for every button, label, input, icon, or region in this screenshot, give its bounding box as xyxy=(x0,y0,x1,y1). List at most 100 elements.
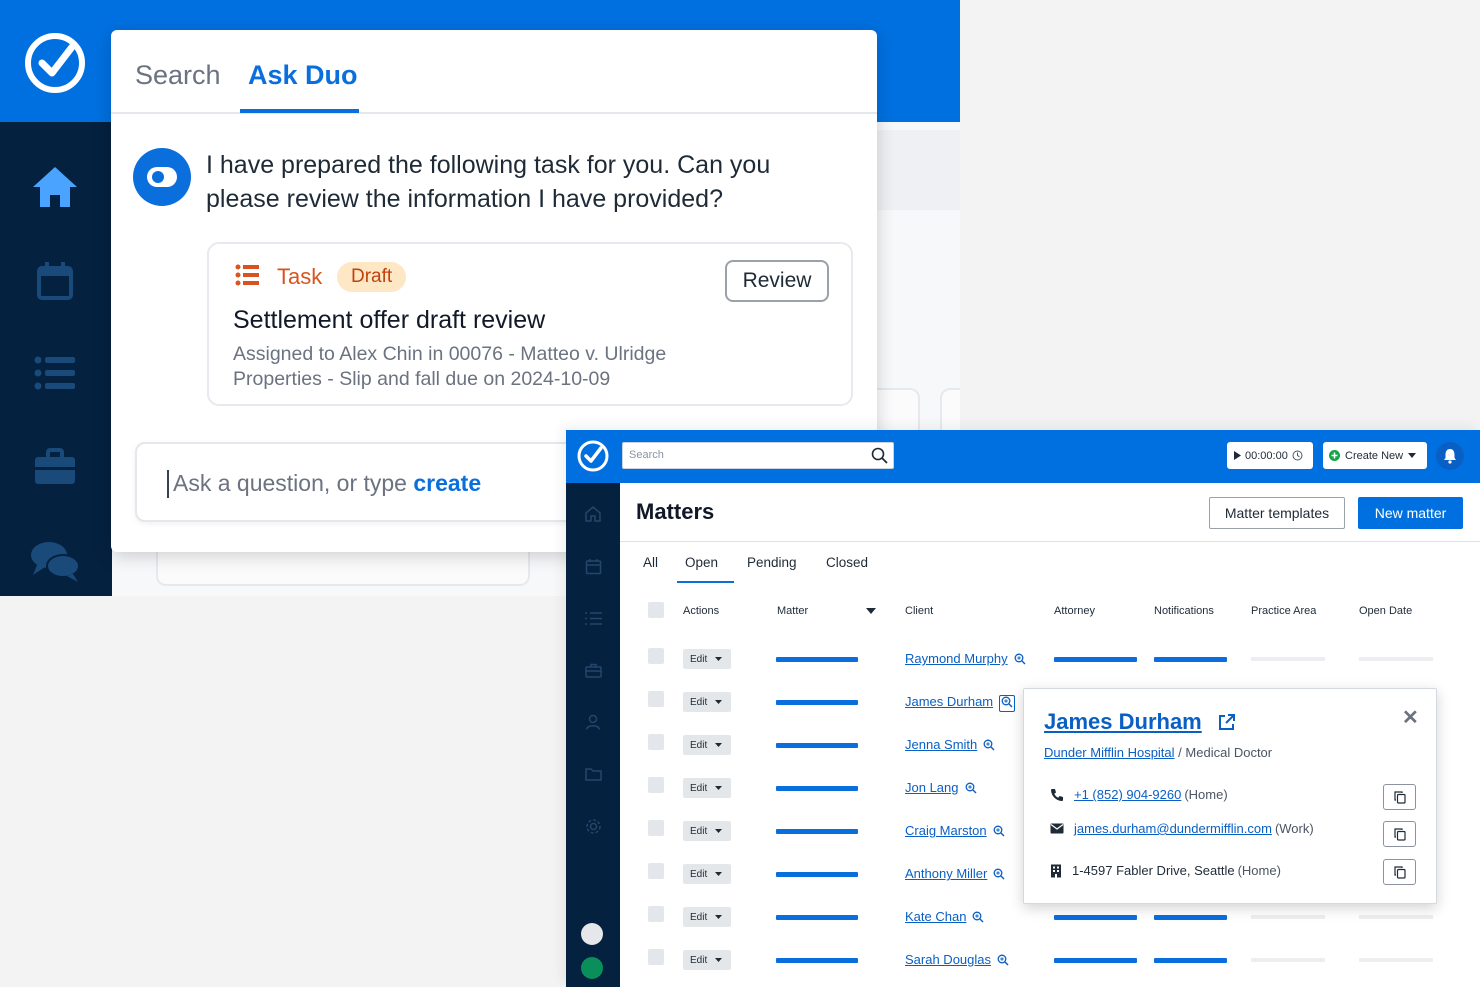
contacts-icon[interactable] xyxy=(582,711,604,733)
row-checkbox[interactable] xyxy=(648,949,664,965)
row-checkbox[interactable] xyxy=(648,691,664,707)
row-checkbox[interactable] xyxy=(648,820,664,836)
phone-link[interactable]: +1 (852) 904-9260 xyxy=(1074,787,1181,802)
timer-button[interactable]: 00:00:00 xyxy=(1227,442,1313,469)
edit-label: Edit xyxy=(690,911,708,923)
home-icon[interactable] xyxy=(28,160,82,214)
create-new-button[interactable]: Create New xyxy=(1323,442,1427,469)
client-link[interactable]: Sarah Douglas xyxy=(905,952,1009,969)
matter-templates-button[interactable]: Matter templates xyxy=(1209,497,1345,529)
chat-icon[interactable] xyxy=(28,534,82,588)
caret-down-icon xyxy=(715,657,723,661)
caret-down-icon xyxy=(715,786,723,790)
row-checkbox[interactable] xyxy=(648,777,664,793)
preview-zoom-icon[interactable] xyxy=(999,695,1016,712)
new-matter-button[interactable]: New matter xyxy=(1358,497,1463,529)
building-icon xyxy=(1051,864,1061,877)
edit-label: Edit xyxy=(690,653,708,665)
row-checkbox[interactable] xyxy=(648,734,664,750)
plus-circle-icon xyxy=(1329,450,1340,461)
row-checkbox[interactable] xyxy=(648,863,664,879)
edit-dropdown[interactable]: Edit xyxy=(683,692,731,712)
global-search-input[interactable]: Search xyxy=(622,442,894,469)
client-name: Jenna Smith xyxy=(905,737,978,752)
open-date-placeholder xyxy=(1359,657,1433,661)
text-caret xyxy=(167,470,169,498)
background-card xyxy=(870,130,960,210)
notifications-bell-icon[interactable] xyxy=(1436,442,1464,470)
preview-zoom-icon[interactable] xyxy=(972,911,984,926)
tab-search[interactable]: Search xyxy=(135,60,221,91)
sort-down-icon[interactable] xyxy=(866,608,876,614)
preview-zoom-icon[interactable] xyxy=(965,782,977,797)
column-header-matter[interactable]: Matter xyxy=(777,605,808,617)
duo-tab-bar: Search Ask Duo xyxy=(111,30,877,114)
edit-dropdown[interactable]: Edit xyxy=(683,950,731,970)
edit-dropdown[interactable]: Edit xyxy=(683,864,731,884)
email-icon xyxy=(1050,823,1064,834)
folder-icon[interactable] xyxy=(582,763,604,785)
edit-dropdown[interactable]: Edit xyxy=(683,821,731,841)
preview-zoom-icon[interactable] xyxy=(1014,653,1026,668)
preview-zoom-icon[interactable] xyxy=(997,954,1009,969)
edit-dropdown[interactable]: Edit xyxy=(683,649,731,669)
briefcase-icon[interactable] xyxy=(28,440,82,494)
row-checkbox[interactable] xyxy=(648,906,664,922)
email-link[interactable]: james.durham@dundermifflin.com xyxy=(1074,821,1272,836)
client-link[interactable]: Jenna Smith xyxy=(905,737,995,754)
tab-open[interactable]: Open xyxy=(685,555,718,570)
company-link[interactable]: Dunder Mifflin Hospital xyxy=(1044,745,1175,760)
affiliation-separator: / xyxy=(1178,745,1182,760)
settings-gear-icon[interactable] xyxy=(582,815,604,837)
preview-zoom-icon[interactable] xyxy=(993,868,1005,883)
active-tab-indicator xyxy=(240,109,359,113)
preview-zoom-icon[interactable] xyxy=(993,825,1005,840)
client-link[interactable]: Jon Lang xyxy=(905,780,977,797)
client-link[interactable]: Anthony Miller xyxy=(905,866,1005,883)
caret-down-icon xyxy=(715,700,723,704)
task-list-icon[interactable] xyxy=(582,607,604,629)
edit-label: Edit xyxy=(690,868,708,880)
matter-placeholder xyxy=(776,872,858,877)
tab-closed[interactable]: Closed xyxy=(826,555,868,570)
app-logo-icon[interactable] xyxy=(576,439,610,473)
review-button[interactable]: Review xyxy=(725,260,829,302)
copy-phone-button[interactable] xyxy=(1383,784,1416,810)
tab-all[interactable]: All xyxy=(643,555,658,570)
client-link[interactable]: Raymond Murphy xyxy=(905,651,1026,668)
briefcase-icon[interactable] xyxy=(582,659,604,681)
column-header-attorney: Attorney xyxy=(1054,605,1095,617)
home-icon[interactable] xyxy=(582,503,604,525)
email-type: (Work) xyxy=(1274,821,1314,836)
duo-avatar-icon xyxy=(133,148,191,206)
edit-dropdown[interactable]: Edit xyxy=(683,735,731,755)
close-icon[interactable]: ✕ xyxy=(1402,705,1419,730)
copy-email-button[interactable] xyxy=(1383,821,1416,847)
tab-pending[interactable]: Pending xyxy=(747,555,797,570)
edit-dropdown[interactable]: Edit xyxy=(683,907,731,927)
select-all-checkbox[interactable] xyxy=(648,602,664,618)
calendar-icon[interactable] xyxy=(28,254,82,308)
preview-zoom-icon[interactable] xyxy=(983,739,995,754)
edit-label: Edit xyxy=(690,696,708,708)
contact-name-link[interactable]: James Durham xyxy=(1044,709,1202,735)
external-link-icon[interactable] xyxy=(1217,713,1236,732)
copy-address-button[interactable] xyxy=(1383,859,1416,885)
table-row: Edit Sarah Douglas xyxy=(620,944,1480,987)
client-link[interactable]: Kate Chan xyxy=(905,909,984,926)
address-text: 1-4597 Fabler Drive, Seattle xyxy=(1072,863,1235,878)
status-indicator[interactable] xyxy=(581,957,603,979)
client-link[interactable]: James Durham xyxy=(905,694,1016,712)
client-link[interactable]: Craig Marston xyxy=(905,823,1005,840)
search-placeholder: Search xyxy=(629,449,664,461)
app-logo-icon[interactable] xyxy=(22,30,88,96)
draft-badge: Draft xyxy=(337,262,407,292)
edit-dropdown[interactable]: Edit xyxy=(683,778,731,798)
row-checkbox[interactable] xyxy=(648,648,664,664)
tab-ask-duo[interactable]: Ask Duo xyxy=(248,60,358,91)
user-avatar[interactable] xyxy=(581,923,603,945)
copy-icon xyxy=(1393,827,1406,841)
task-list-icon[interactable] xyxy=(28,346,82,400)
calendar-icon[interactable] xyxy=(582,555,604,577)
search-icon[interactable] xyxy=(871,447,888,464)
